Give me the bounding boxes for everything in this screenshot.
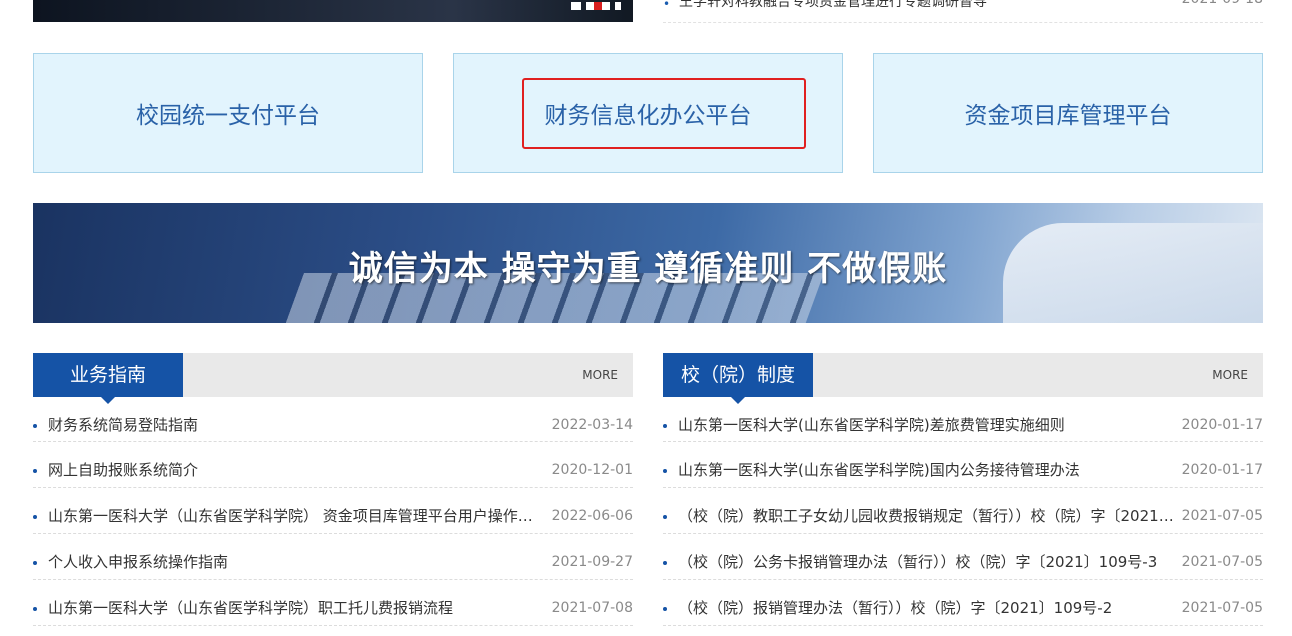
school-rules-panel: 校（院）制度 MORE 山东第一医科大学(山东省医学科学院)差旅费管理实施细则 2… <box>663 353 1263 626</box>
rules-list: 山东第一医科大学(山东省医学科学院)差旅费管理实施细则 2020-01-17 山东… <box>663 397 1263 626</box>
list-item[interactable]: 山东第一医科大学(山东省医学科学院)国内公务接待管理办法 2020-01-17 <box>663 442 1263 488</box>
bullet-icon <box>663 561 667 565</box>
list-item[interactable]: 山东第一医科大学(山东省医学科学院)差旅费管理实施细则 2020-01-17 <box>663 397 1263 442</box>
panel-title-tab[interactable]: 校（院）制度 <box>663 353 813 404</box>
bullet-icon <box>663 469 667 473</box>
bullet-icon: • <box>663 0 671 11</box>
bullet-icon <box>33 561 37 565</box>
news-list-item[interactable]: • 王学轩对科教融合专项资金管理进行专题调研督导 2021-09-18 <box>663 0 1263 23</box>
news-carousel-image[interactable] <box>33 0 633 22</box>
bullet-icon <box>663 607 667 611</box>
list-item[interactable]: （校（院）报销管理办法（暂行））校（院）字〔2021〕109号-2 2021-07… <box>663 580 1263 626</box>
panel-header: 业务指南 MORE <box>33 353 633 404</box>
platform-label: 校园统一支付平台 <box>136 103 320 129</box>
list-item[interactable]: 网上自助报账系统简介 2020-12-01 <box>33 442 633 488</box>
slogan-banner: 诚信为本 操守为重 遵循准则 不做假账 <box>33 203 1263 323</box>
bullet-icon <box>663 515 667 519</box>
list-item[interactable]: （校（院）教职工子女幼儿园收费报销规定（暂行））校（院）字〔2021〕109号-… <box>663 488 1263 534</box>
panel-title-tab[interactable]: 业务指南 <box>33 353 183 404</box>
more-link[interactable]: MORE <box>1212 353 1248 397</box>
platform-link-finance-office[interactable]: 财务信息化办公平台 <box>453 53 843 173</box>
bullet-icon <box>663 424 667 428</box>
more-link[interactable]: MORE <box>582 353 618 397</box>
item-date: 2021-07-08 <box>551 600 633 616</box>
guide-list: 财务系统简易登陆指南 2022-03-14 网上自助报账系统简介 2020-12-0… <box>33 397 633 626</box>
panel-header: 校（院）制度 MORE <box>663 353 1263 404</box>
list-item[interactable]: （校（院）公务卡报销管理办法（暂行））校（院）字〔2021〕109号-3 2021… <box>663 534 1263 580</box>
bullet-icon <box>33 424 37 428</box>
list-item[interactable]: 山东第一医科大学（山东省医学科学院） 资金项目库管理平台用户操作手册 2022-0… <box>33 488 633 534</box>
bullet-icon <box>33 515 37 519</box>
news-date: 2021-09-18 <box>1182 0 1263 7</box>
item-title[interactable]: （校（院）报销管理办法（暂行））校（院）字〔2021〕109号-2 <box>678 580 1175 636</box>
business-guide-panel: 业务指南 MORE 财务系统简易登陆指南 2022-03-14 网上自助报账系统简… <box>33 353 633 626</box>
platform-label: 财务信息化办公平台 <box>544 103 752 129</box>
bullet-icon <box>33 469 37 473</box>
news-title[interactable]: 王学轩对科教融合专项资金管理进行专题调研督导 <box>679 0 987 11</box>
list-item[interactable]: 个人收入申报系统操作指南 2021-09-27 <box>33 534 633 580</box>
bullet-icon <box>33 607 37 611</box>
platform-label: 资金项目库管理平台 <box>964 103 1172 129</box>
platform-link-project-library[interactable]: 资金项目库管理平台 <box>873 53 1263 173</box>
platform-link-payment[interactable]: 校园统一支付平台 <box>33 53 423 173</box>
carousel-indicator[interactable] <box>571 2 621 10</box>
item-date: 2021-07-05 <box>1181 600 1263 616</box>
list-item[interactable]: 财务系统简易登陆指南 2022-03-14 <box>33 397 633 442</box>
slogan-text: 诚信为本 操守为重 遵循准则 不做假账 <box>348 249 948 289</box>
list-item[interactable]: 山东第一医科大学（山东省医学科学院）职工托儿费报销流程 2021-07-08 <box>33 580 633 626</box>
item-title[interactable]: 山东第一医科大学（山东省医学科学院）职工托儿费报销流程 <box>48 580 545 636</box>
